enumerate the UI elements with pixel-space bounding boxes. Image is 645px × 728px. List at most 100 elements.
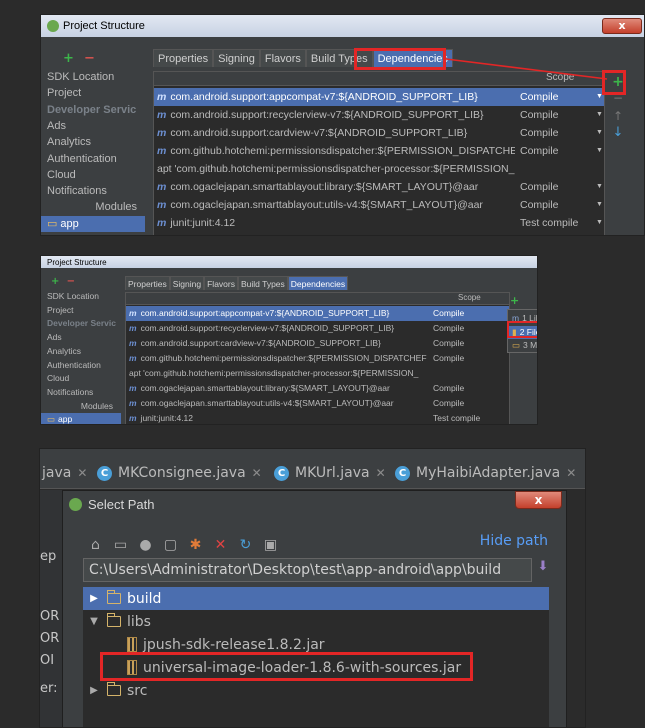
folder-icon <box>106 613 121 627</box>
sidebar-toolbar: + − <box>51 276 75 287</box>
dependency-table: Scope m com.android.support:appcompat-v7:… <box>125 292 510 425</box>
tab-flavors[interactable]: Flavors <box>204 276 238 290</box>
dependency-text: com.android.support:recyclerview-v7:${AN… <box>140 323 395 333</box>
scope-cell[interactable]: Compile <box>433 396 464 411</box>
sidebar-item: Developer Servic <box>41 317 121 331</box>
home-icon[interactable]: ⌂ <box>83 535 108 555</box>
tab-build-types[interactable]: Build Types <box>237 276 288 290</box>
dropdown-arrow-icon[interactable]: ▼ <box>509 351 510 366</box>
window-title: Project Structure <box>47 257 107 267</box>
dropdown-arrow-icon[interactable]: ▼ <box>509 411 510 425</box>
desktop-icon[interactable]: ▭ <box>108 535 133 555</box>
show-hidden-icon[interactable]: ▣ <box>258 535 283 555</box>
scope-cell[interactable]: Compile <box>433 381 464 396</box>
module-icon[interactable]: ▢ <box>158 535 183 555</box>
table-row[interactable]: m com.android.support:cardview-v7:${ANDRO… <box>126 336 509 351</box>
dependency-text: apt 'com.github.hotchemi:permissionsdisp… <box>129 368 419 378</box>
project-structure-panel-2: Project Structure + − SDK Location Projec… <box>40 255 538 425</box>
tree-node[interactable]: ▶ src <box>83 679 549 702</box>
tab-dependencies[interactable]: Dependencies <box>287 276 349 290</box>
menu-item[interactable]: ▭3 Module dependency <box>508 339 538 352</box>
sidebar-item[interactable]: Analytics <box>41 345 121 359</box>
delete-icon[interactable]: ✕ <box>208 535 233 555</box>
dependency-text: junit:junit:4.12 <box>140 413 194 423</box>
add-dependency-button[interactable]: + <box>510 294 519 307</box>
sidebar-item[interactable]: Cloud <box>41 372 121 386</box>
remove-icon[interactable]: − <box>67 276 75 287</box>
left-gutter: ep OR OR OI er: <box>40 490 62 727</box>
tree-node[interactable]: ▼ libs <box>83 610 549 633</box>
scope-cell[interactable]: Test compile <box>433 411 480 424</box>
sidebar-item[interactable]: ▭ app <box>41 413 121 425</box>
menu-item-label: 3 Module dependency <box>523 340 538 350</box>
editor-tab[interactable]: java ✕ <box>42 459 87 487</box>
code-fragment: OR <box>40 631 60 646</box>
new-folder-icon[interactable]: ✱ <box>183 535 208 555</box>
sidebar-item[interactable]: SDK Location <box>41 290 121 304</box>
tab-properties[interactable]: Properties <box>125 276 170 290</box>
collapsed-arrow-icon[interactable]: ▶ <box>87 593 101 604</box>
collapsed-arrow-icon[interactable]: ▶ <box>87 685 101 696</box>
dialog-title: Select Path <box>88 496 155 512</box>
dependency-text: com.android.support:appcompat-v7:${ANDRO… <box>140 308 390 318</box>
maven-icon: m <box>129 398 137 408</box>
table-row[interactable]: m com.github.hotchemi:permissionsdispatch… <box>126 351 509 366</box>
refresh-icon[interactable]: ↻ <box>233 535 258 555</box>
tab-signing[interactable]: Signing <box>169 276 205 290</box>
editor-tab[interactable]: C MyHaibiAdapter.java ✕ <box>395 459 576 487</box>
dropdown-arrow-icon[interactable]: ▼ <box>509 381 510 396</box>
dependency-name: m com.android.support:cardview-v7:${ANDRO… <box>129 336 429 351</box>
table-row[interactable]: m com.ogaclejapan.smarttablayout:library:… <box>126 381 509 396</box>
table-header: Scope <box>126 293 509 305</box>
scope-cell[interactable]: Compile <box>433 321 464 336</box>
table-row[interactable]: apt 'com.github.hotchemi:permissionsdisp… <box>126 366 509 381</box>
android-icon <box>69 497 82 511</box>
dependency-name: m com.android.support:appcompat-v7:${ANDR… <box>129 306 429 321</box>
dependency-text: com.android.support:cardview-v7:${ANDROI… <box>140 338 381 348</box>
dependency-text: com.ogaclejapan.smarttablayout:library:$… <box>140 383 390 393</box>
sidebar-item[interactable]: Project <box>41 304 121 318</box>
table-row[interactable]: m com.ogaclejapan.smarttablayout:utils-v4… <box>126 396 509 411</box>
module-folder-icon: ▭ <box>47 414 56 425</box>
scope-cell[interactable]: Compile <box>433 306 464 321</box>
folder-icon <box>106 590 121 604</box>
path-input[interactable]: C:\Users\Administrator\Desktop\test\app-… <box>83 558 532 582</box>
project-structure-panel-1: Project Structure x + − SDK Location Proj… <box>40 14 645 236</box>
close-tab-icon[interactable]: ✕ <box>566 466 576 480</box>
sidebar-item-label: Ads <box>47 332 62 343</box>
scope-cell[interactable]: Compile <box>433 351 464 366</box>
table-row[interactable]: mjunit:junit:4.12 Test compile ▼ <box>126 411 510 425</box>
dialog-titlebar: Select Path <box>63 491 566 517</box>
sidebar-item[interactable]: Ads <box>41 331 121 345</box>
close-button[interactable]: x <box>515 491 562 509</box>
table-row[interactable]: m com.android.support:appcompat-v7:${ANDR… <box>126 306 509 321</box>
dependency-text: com.ogaclejapan.smarttablayout:utils-v4:… <box>140 398 394 408</box>
close-tab-icon[interactable]: ✕ <box>252 466 262 480</box>
project-icon[interactable]: ● <box>133 535 158 555</box>
tree-node-label: jpush-sdk-release1.8.2.jar <box>143 636 325 653</box>
sidebar-item-label: Developer Servic <box>47 318 116 329</box>
close-tab-icon[interactable]: ✕ <box>77 466 87 480</box>
class-icon: C <box>274 465 289 481</box>
table-row[interactable]: m com.android.support:recyclerview-v7:${A… <box>126 321 509 336</box>
sidebar-item-label: Authentication <box>47 359 101 370</box>
hide-path-link[interactable]: Hide path <box>480 533 548 549</box>
sidebar-item: Modules <box>41 400 121 414</box>
sidebar-item-label: Project <box>47 304 74 315</box>
sidebar-item[interactable]: Notifications <box>41 386 121 400</box>
dropdown-arrow-icon[interactable]: ▼ <box>509 396 510 411</box>
dependency-name: m junit:junit:4.12 <box>129 411 429 424</box>
editor-tab[interactable]: C MKConsignee.java ✕ <box>97 459 262 487</box>
add-icon[interactable]: + <box>51 276 59 287</box>
tree-node[interactable]: ▶ build <box>83 587 549 610</box>
scope-cell[interactable]: Compile <box>433 336 464 351</box>
editor-tab-label: MyHaibiAdapter.java <box>416 465 561 481</box>
dependency-name: apt 'com.github.hotchemi:permissionsdisp… <box>129 366 429 381</box>
history-icon[interactable]: ⬇ <box>535 559 551 579</box>
editor-tab[interactable]: C MKUrl.java ✕ <box>274 459 386 487</box>
class-icon: C <box>97 465 112 481</box>
editor-tab-label: MKConsignee.java <box>118 465 246 481</box>
close-tab-icon[interactable]: ✕ <box>376 466 386 480</box>
sidebar-item[interactable]: Authentication <box>41 359 121 373</box>
expanded-arrow-icon[interactable]: ▼ <box>87 616 101 627</box>
